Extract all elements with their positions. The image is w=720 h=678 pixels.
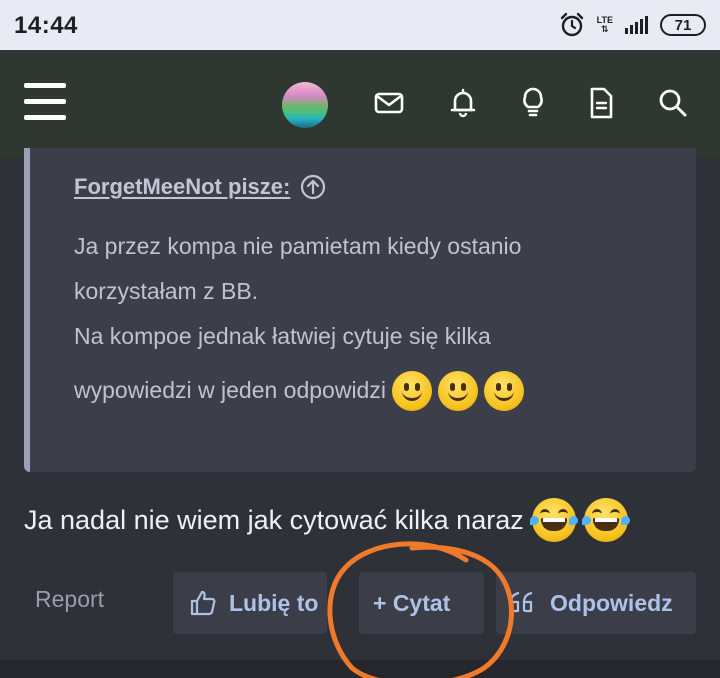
post-content: ForgetMeeNot pisze: Ja przez kompa nie p… (0, 148, 720, 678)
top-navbar (0, 50, 720, 158)
quote-line-with-emoji: wypowiedzi w jeden odpowidzi (74, 368, 524, 413)
battery-indicator: 71 (660, 14, 706, 36)
slightly-smiling-emoji-icon (483, 370, 524, 411)
quote-author: ForgetMeeNot pisze: (74, 174, 326, 200)
quote-block: ForgetMeeNot pisze: Ja przez kompa nie p… (24, 148, 696, 472)
clock: 14:44 (14, 12, 78, 39)
tears-of-joy-emoji-icon (529, 498, 578, 542)
arrow-up-circle-icon[interactable] (300, 174, 326, 200)
slightly-smiling-emoji-icon (391, 370, 432, 411)
quote-line: korzystałam z BB. (74, 278, 259, 304)
post-actions: Report Lubię to + Cytat Odpowiedz (0, 572, 720, 634)
quote-line: Ja przez kompa nie pamietam kiedy ostani… (74, 233, 522, 259)
data-arrows-icon: ⇅ (601, 24, 609, 34)
search-icon[interactable] (656, 86, 690, 120)
like-button-label: Lubię to (229, 589, 319, 616)
avatar[interactable] (282, 82, 328, 128)
tears-of-joy-emoji-icon (581, 498, 630, 542)
reply-button[interactable]: Odpowiedz (496, 572, 696, 634)
reply-button-label: Odpowiedz (550, 589, 673, 616)
menu-icon[interactable] (24, 83, 66, 121)
mail-icon[interactable] (372, 86, 406, 120)
alarm-icon (560, 12, 583, 37)
quote-button-label: + Cytat (373, 589, 451, 616)
quote-marks-icon (509, 591, 533, 613)
slightly-smiling-emoji-icon (437, 370, 478, 411)
post-text: Ja nadal nie wiem jak cytować kilka nara… (24, 504, 524, 535)
quote-author-link[interactable]: ForgetMeeNot pisze: (74, 174, 290, 200)
signal-icon (625, 16, 648, 34)
divider (0, 660, 720, 678)
quote-button[interactable]: + Cytat (359, 572, 484, 634)
lightbulb-icon[interactable] (516, 86, 550, 120)
bell-icon[interactable] (446, 86, 480, 120)
quote-line: Na kompoe jednak łatwiej cytuje się kilk… (74, 323, 491, 349)
post-body: Ja nadal nie wiem jak cytować kilka nara… (24, 498, 630, 542)
quote-line: wypowiedzi w jeden odpowidzi (74, 377, 386, 403)
status-icons: LTE ⇅ 71 (559, 10, 706, 40)
document-icon[interactable] (584, 86, 618, 120)
thumbs-up-icon (190, 590, 216, 616)
network-indicator: LTE ⇅ (597, 16, 613, 34)
status-bar: 14:44 LTE ⇅ 71 (0, 0, 720, 50)
report-link[interactable]: Report (35, 586, 104, 613)
like-button[interactable]: Lubię to (173, 572, 327, 634)
